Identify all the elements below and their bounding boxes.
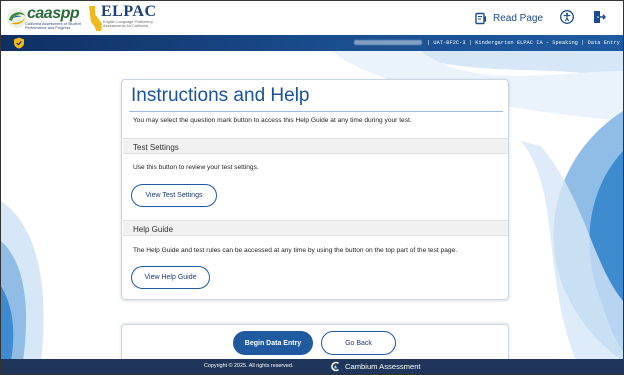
section-heading-label: Help Guide: [133, 224, 174, 234]
cambium-logo-icon: [331, 361, 340, 372]
intro-text: You may select the question mark button …: [133, 117, 412, 124]
begin-data-entry-button[interactable]: Begin Data Entry: [233, 331, 313, 355]
accessibility-person-icon: [560, 10, 574, 24]
help-guide-text: The Help Guide and test rules can be acc…: [133, 247, 458, 254]
caaspp-wordmark: caaspp: [27, 5, 80, 22]
section-heading-label: Test Settings: [133, 142, 179, 152]
view-test-settings-button[interactable]: View Test Settings: [131, 184, 217, 207]
instructions-card: Instructions and Help You may select the…: [121, 79, 509, 300]
title-divider: [129, 111, 503, 112]
shield-check-icon: [14, 37, 24, 49]
read-page-label: Read Page: [493, 12, 544, 24]
caaspp-tagline: California Assessment of Student Perform…: [25, 22, 81, 31]
speaker-page-icon: [475, 12, 488, 25]
elpac-logo: ELPAC English Language Proficiency Asses…: [87, 3, 167, 35]
elpac-tagline: English Language Proficiency Assessments…: [103, 20, 154, 29]
copyright-text: Copyright © 2025. All rights reserved.: [204, 363, 294, 369]
exit-door-icon: [594, 11, 607, 23]
exit-button[interactable]: [592, 10, 607, 24]
student-name-redacted: [354, 40, 422, 45]
session-info: | UAT-BF2C-3 | Kindergarten ELPAC IA - S…: [427, 39, 620, 46]
read-page-button[interactable]: Read Page: [475, 10, 543, 26]
help-guide-heading: Help Guide: [123, 220, 508, 236]
elpac-wordmark: ELPAC: [101, 3, 157, 20]
page-title: Instructions and Help: [131, 85, 310, 106]
caaspp-logo: caaspp California Assessment of Student …: [5, 4, 83, 34]
footer: Copyright © 2025. All rights reserved. C…: [1, 359, 623, 374]
test-settings-heading: Test Settings: [123, 138, 508, 154]
go-back-button[interactable]: Go Back: [321, 331, 396, 355]
actions-card: Begin Data Entry Go Back: [121, 324, 509, 364]
cambium-brand: Cambium Assessment: [330, 361, 421, 372]
accessibility-button[interactable]: [560, 10, 574, 24]
app-frame: caaspp California Assessment of Student …: [1, 1, 623, 374]
cambium-brand-label: Cambium Assessment: [345, 362, 421, 371]
header: caaspp California Assessment of Student …: [1, 1, 623, 35]
session-banner: | UAT-BF2C-3 | Kindergarten ELPAC IA - S…: [1, 35, 623, 51]
test-settings-text: Use this button to review your test sett…: [133, 164, 259, 171]
view-help-guide-button[interactable]: View Help Guide: [131, 266, 210, 289]
